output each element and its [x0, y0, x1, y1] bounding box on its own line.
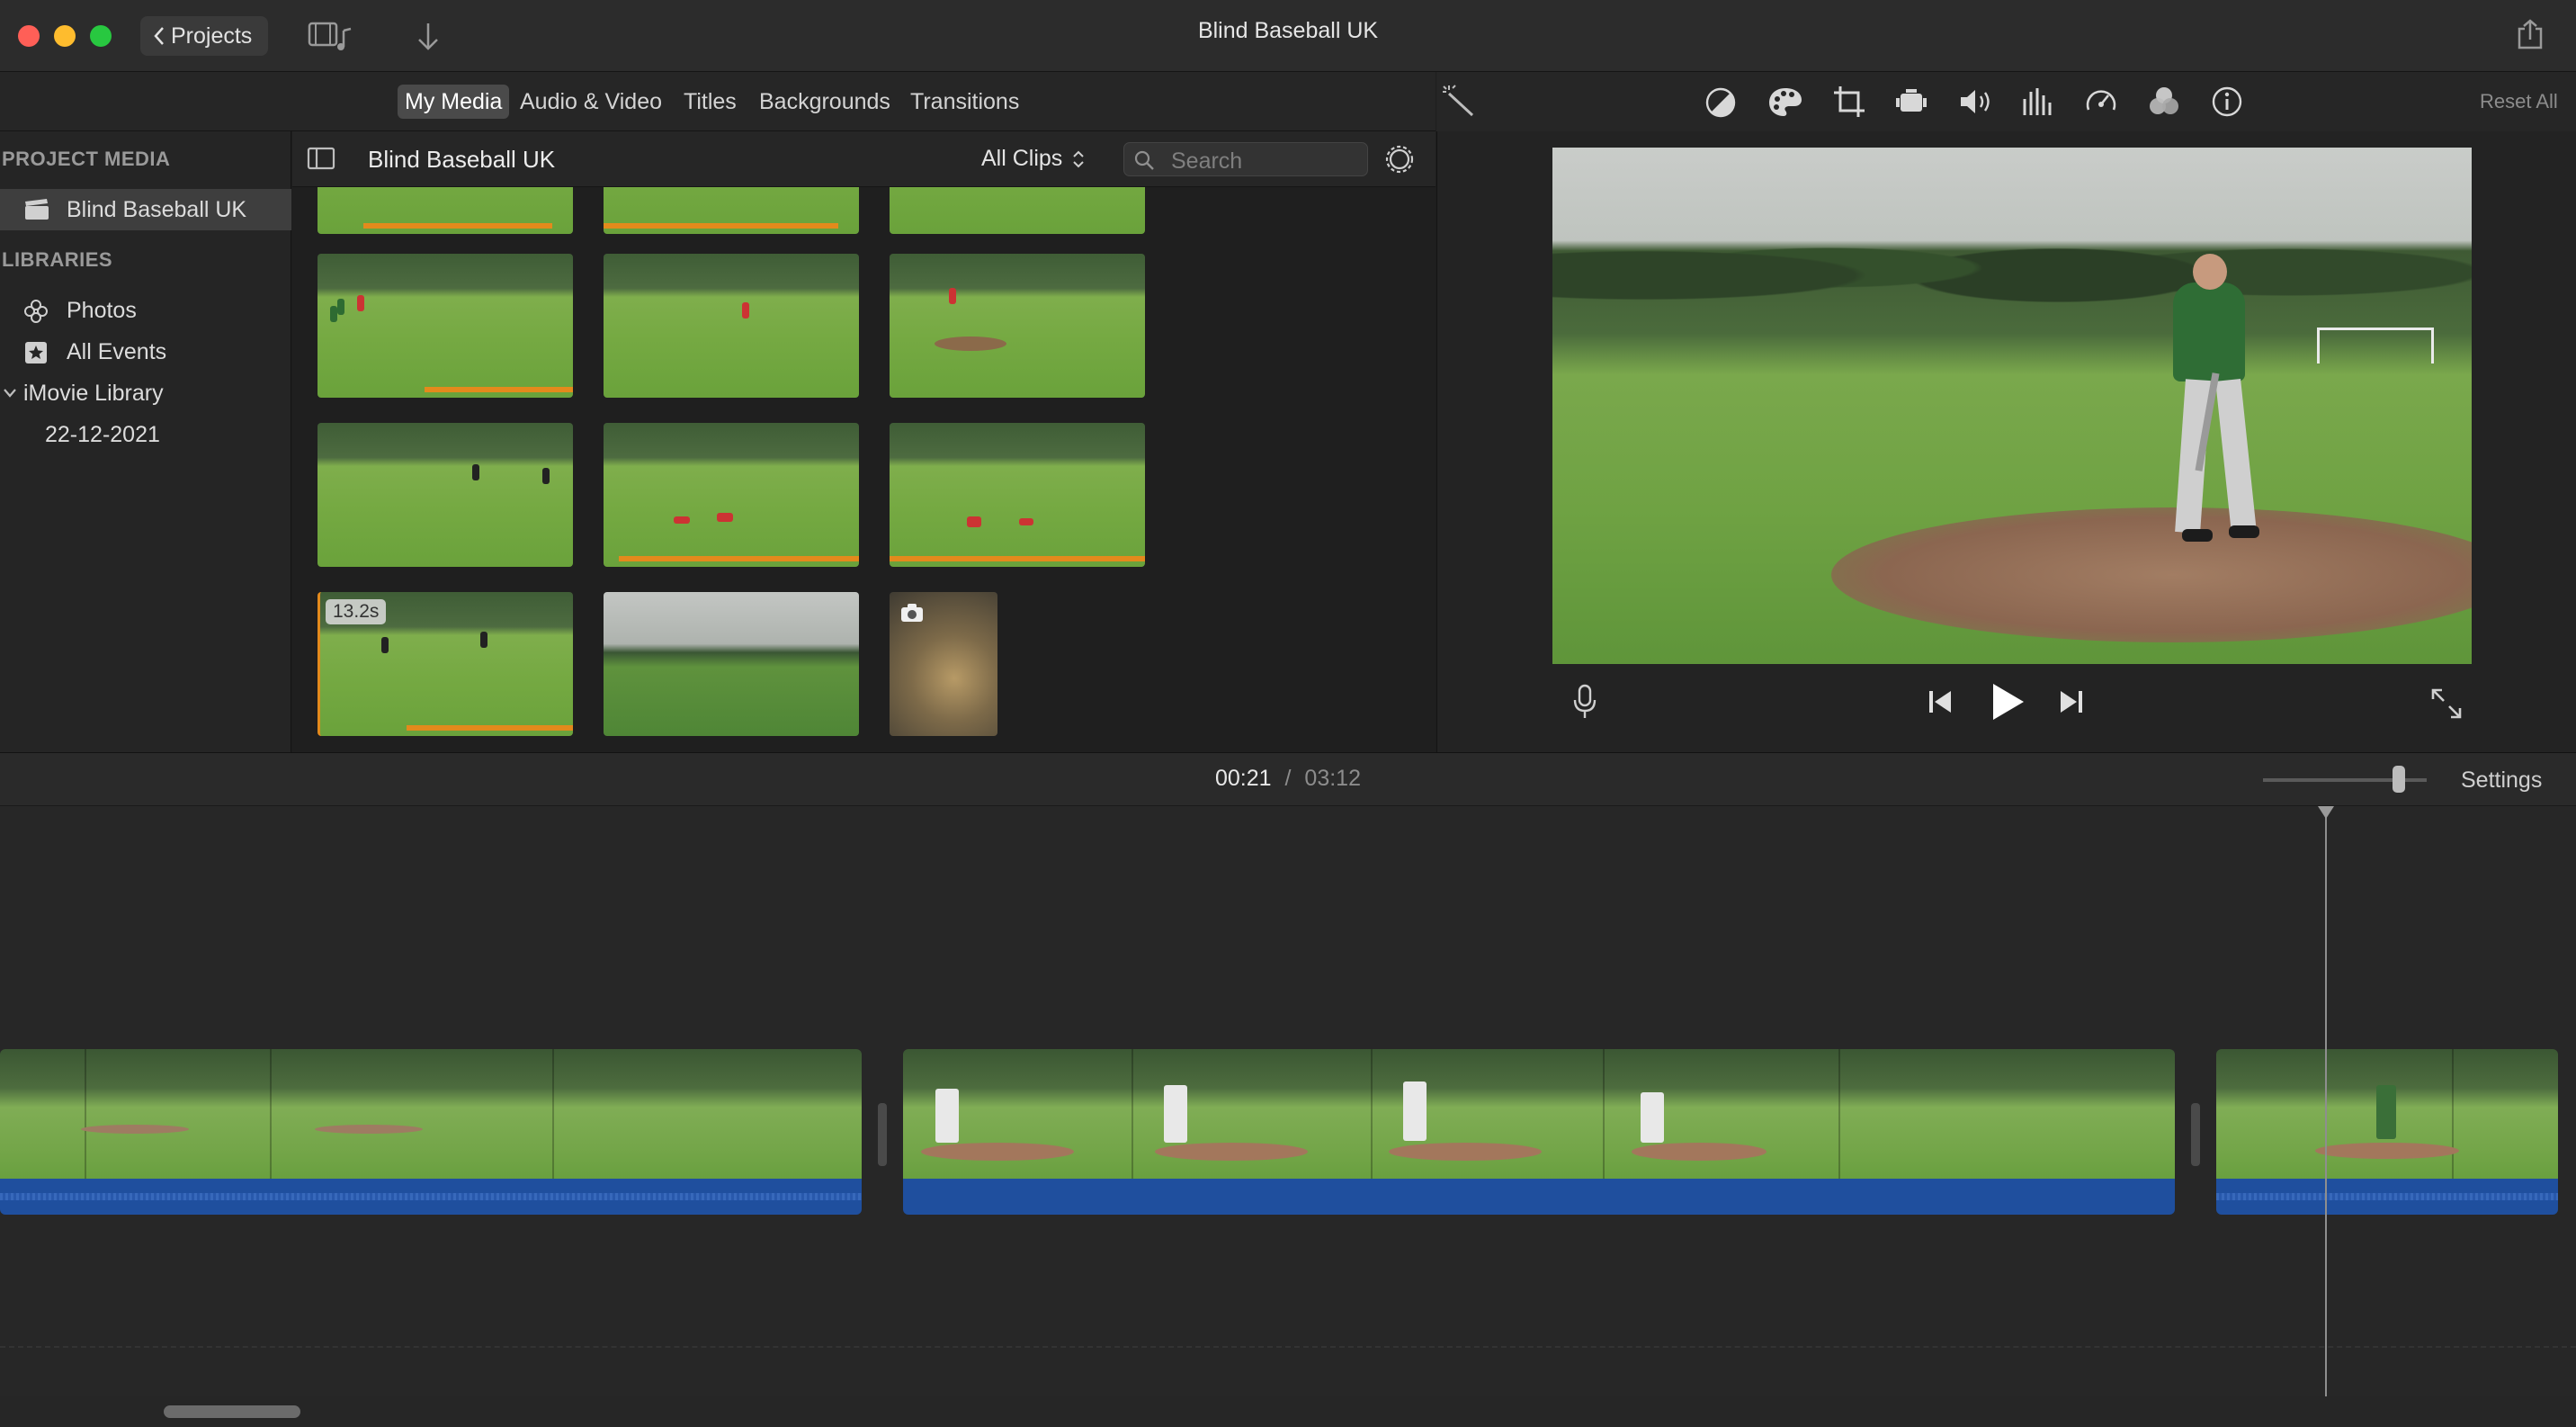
video-preview[interactable]	[1552, 148, 2472, 664]
all-clips-filter[interactable]: All Clips	[981, 146, 1086, 172]
clip-thumbnail[interactable]	[604, 254, 859, 398]
skip-back-icon[interactable]	[1927, 687, 1954, 716]
window-title: Blind Baseball UK	[1197, 18, 1379, 43]
clip-trim-handle[interactable]	[878, 1103, 887, 1166]
timeline-video-clip[interactable]	[903, 1049, 2175, 1179]
clip-thumbnail[interactable]	[318, 423, 573, 567]
filter-label: All Clips	[981, 146, 1063, 171]
gear-icon[interactable]	[1382, 142, 1417, 176]
clapperboard-icon	[23, 198, 50, 221]
sidebar-item-label: iMovie Library	[23, 381, 164, 406]
timecode: 00:21 / 03:12	[0, 766, 2576, 792]
current-time: 00:21	[1215, 766, 1272, 791]
clip-trim-handle[interactable]	[2191, 1103, 2200, 1166]
tab-titles[interactable]: Titles	[676, 85, 744, 119]
zoom-slider-thumb[interactable]	[2393, 766, 2405, 793]
timeline-audio-track[interactable]	[2216, 1179, 2558, 1215]
photo-thumbnail[interactable]	[890, 592, 997, 736]
sidebar-item-label: Photos	[67, 298, 137, 323]
sidebar-item-photos[interactable]: Photos	[0, 290, 291, 331]
share-icon[interactable]	[2517, 18, 2544, 50]
timeline-settings-button[interactable]: Settings	[2461, 767, 2542, 794]
microphone-icon[interactable]	[1572, 684, 1597, 720]
sidebar-item-all-events[interactable]: All Events	[0, 331, 291, 372]
up-down-chevron-icon	[1073, 150, 1085, 167]
clip-thumbnail[interactable]	[604, 187, 859, 234]
total-time: 03:12	[1304, 766, 1361, 791]
viewer-toolbar: Reset All	[1436, 72, 2576, 131]
time-separator: /	[1284, 766, 1292, 791]
timeline-video-clip[interactable]	[0, 1049, 862, 1179]
tab-transitions[interactable]: Transitions	[903, 85, 1026, 119]
timeline-divider	[0, 1346, 2576, 1348]
disclosure-chevron-icon[interactable]	[2, 381, 18, 405]
magic-wand-icon[interactable]	[1442, 85, 1478, 119]
sidebar-item-imovie-library[interactable]: iMovie Library	[0, 372, 291, 414]
zoom-slider[interactable]	[2263, 766, 2427, 793]
fullscreen-expand-icon[interactable]	[2430, 687, 2463, 720]
playhead[interactable]	[2318, 806, 2334, 1400]
browser-header: Blind Baseball UK All Clips Search	[292, 131, 1436, 187]
video-filter-icon[interactable]	[2147, 85, 2181, 119]
playhead-handle[interactable]	[2318, 806, 2334, 819]
info-icon[interactable]	[2210, 85, 2244, 119]
sidebar-toggle-icon[interactable]	[307, 146, 335, 171]
stabilization-camera-icon[interactable]	[1895, 86, 1928, 119]
clip-thumbnail[interactable]	[604, 423, 859, 567]
volume-icon[interactable]	[1958, 86, 1994, 117]
media-browser-tabs: My Media Audio & Video Titles Background…	[0, 72, 1436, 131]
timeline-audio-track[interactable]	[0, 1179, 862, 1215]
camera-icon	[900, 603, 924, 623]
clip-duration-badge: 13.2s	[326, 599, 387, 624]
sidebar-item-label: Blind Baseball UK	[67, 197, 247, 222]
clip-thumbnail[interactable]	[890, 423, 1145, 567]
sidebar-item-project[interactable]: Blind Baseball UK	[0, 189, 291, 230]
horizontal-scrollbar-track[interactable]	[0, 1396, 2576, 1427]
equalizer-icon[interactable]	[2021, 86, 2055, 117]
skip-forward-icon[interactable]	[2058, 687, 2085, 716]
browser-title: Blind Baseball UK	[368, 146, 556, 173]
search-placeholder: Search	[1171, 148, 1243, 174]
clip-thumbnail[interactable]	[890, 254, 1145, 398]
reset-all-button[interactable]: Reset All	[2480, 90, 2558, 113]
timeline-video-clip[interactable]	[2216, 1049, 2558, 1179]
clip-thumbnail[interactable]	[318, 254, 573, 398]
timeline-area	[0, 806, 2576, 1427]
title-bar: Projects Blind Baseball UK	[0, 0, 2576, 72]
star-icon	[23, 340, 49, 365]
timeline-header: 00:21 / 03:12 Settings	[0, 752, 2576, 806]
sidebar-item-label: 22-12-2021	[45, 422, 160, 447]
search-field[interactable]: Search	[1123, 142, 1368, 176]
search-icon	[1133, 149, 1155, 171]
viewer-panel	[1436, 131, 2576, 752]
batter-figure	[2173, 283, 2245, 381]
clip-thumbnail-selected[interactable]: 13.2s	[318, 592, 573, 736]
play-icon[interactable]	[1990, 682, 2026, 722]
photos-flower-icon	[23, 299, 49, 324]
sidebar-item-label: All Events	[67, 339, 167, 364]
timeline-audio-track[interactable]	[903, 1179, 2175, 1215]
color-correction-palette-icon[interactable]	[1767, 86, 1803, 119]
tab-backgrounds[interactable]: Backgrounds	[752, 85, 898, 119]
libraries-heading: LIBRARIES	[2, 248, 113, 271]
tab-audio-video[interactable]: Audio & Video	[513, 85, 669, 119]
clip-thumbnail[interactable]	[604, 592, 859, 736]
project-media-heading: PROJECT MEDIA	[2, 148, 171, 170]
speed-gauge-icon[interactable]	[2084, 85, 2118, 119]
libraries-sidebar: PROJECT MEDIA Blind Baseball UK LIBRARIE…	[0, 131, 291, 752]
horizontal-scrollbar-thumb[interactable]	[164, 1405, 300, 1418]
sidebar-item-event-date[interactable]: 22-12-2021	[0, 414, 291, 455]
tab-my-media[interactable]: My Media	[398, 85, 510, 119]
clip-thumbnail[interactable]	[318, 187, 573, 234]
color-balance-icon[interactable]	[1704, 86, 1737, 119]
crop-icon[interactable]	[1832, 85, 1866, 119]
media-browser-grid: 13.2s	[292, 187, 1436, 752]
clip-thumbnail[interactable]	[890, 187, 1145, 234]
